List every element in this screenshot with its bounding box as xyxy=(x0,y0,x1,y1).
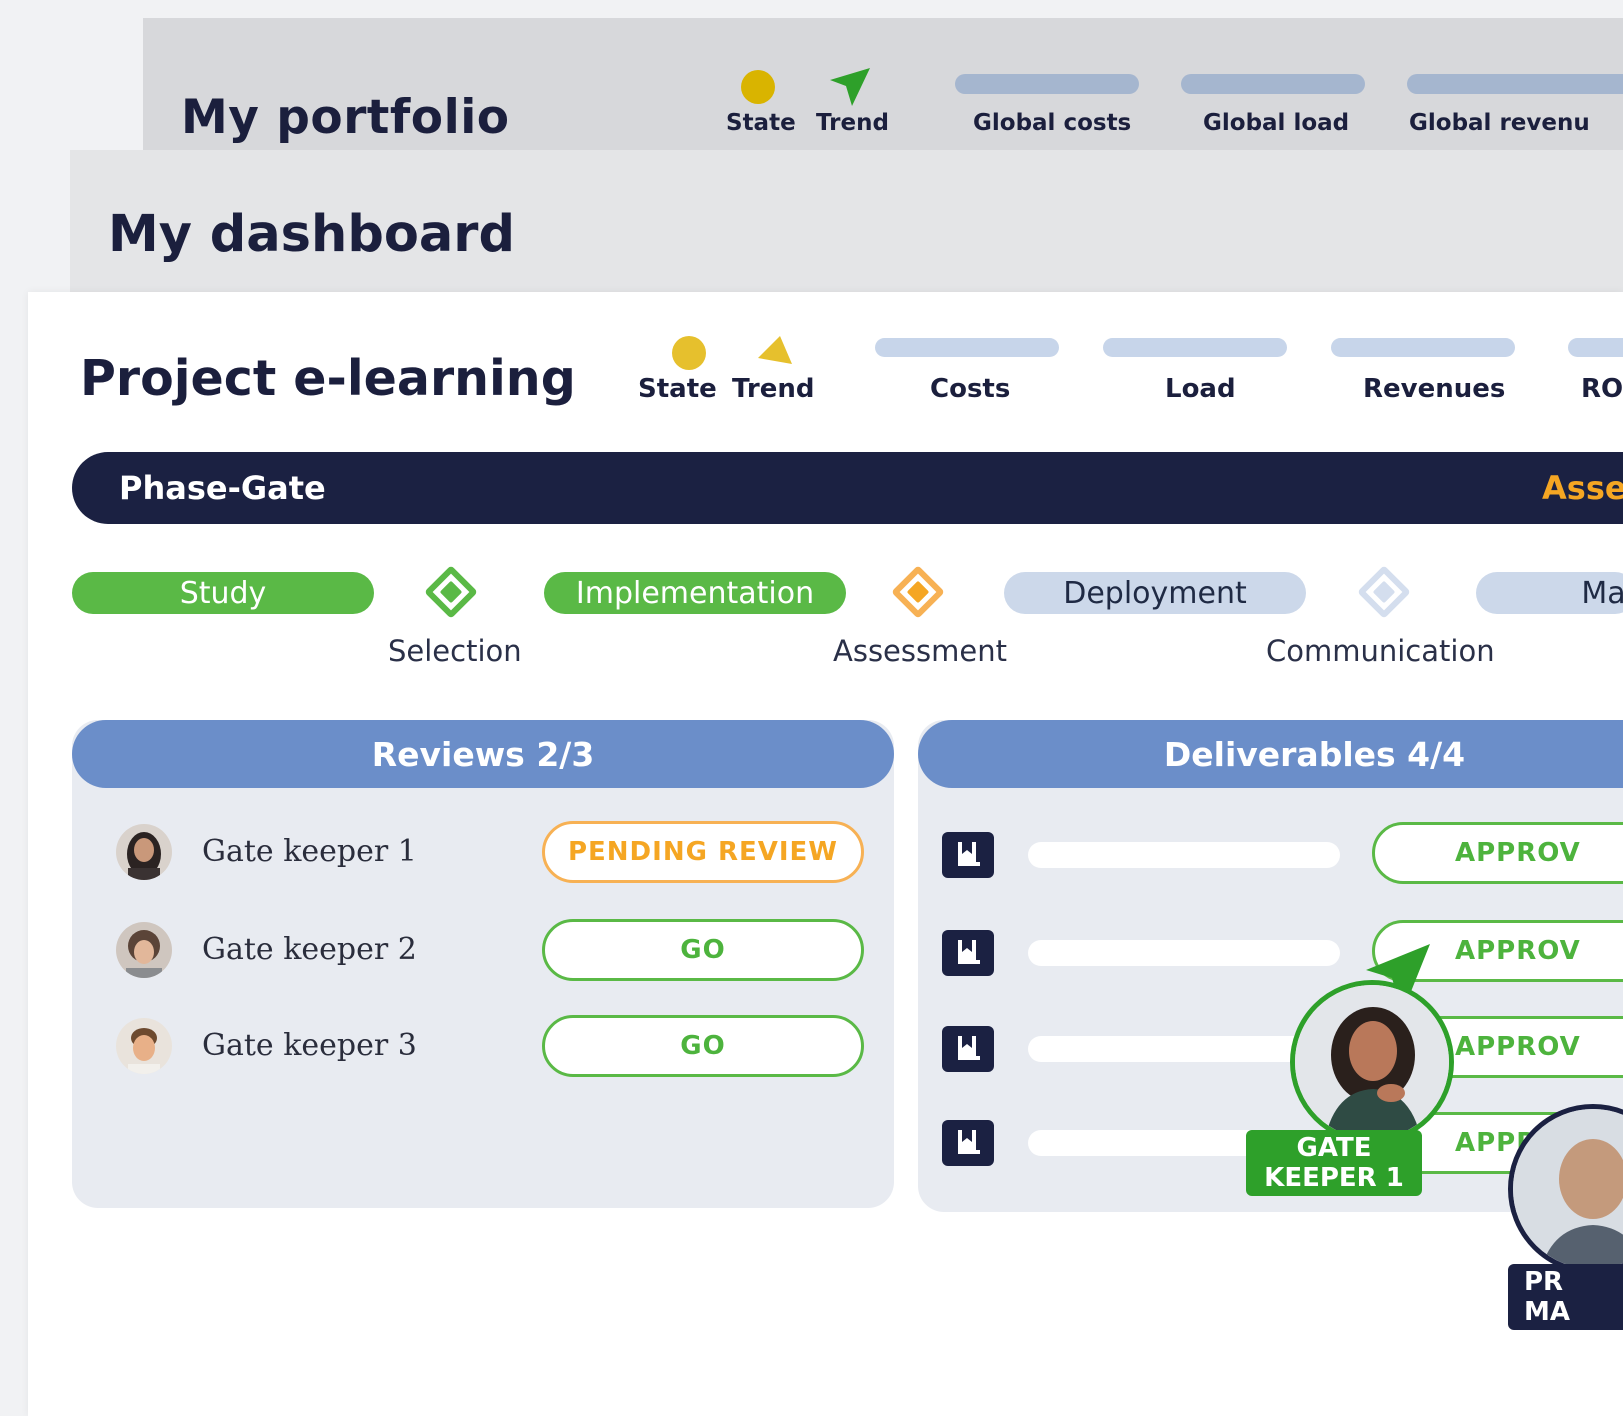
phase-maintenance[interactable]: Mai xyxy=(1476,572,1623,614)
portfolio-header: My portfolio State Trend Global costs Gl… xyxy=(143,18,1623,153)
global-load-bar xyxy=(1181,74,1365,94)
roi-bar xyxy=(1568,338,1623,357)
revenues-label: Revenues xyxy=(1363,374,1506,404)
document-icon xyxy=(942,1120,994,1166)
phase-implementation[interactable]: Implementation xyxy=(544,572,846,614)
document-icon xyxy=(942,832,994,878)
deliverable-name-bar xyxy=(1028,940,1340,966)
deliverable-status-label: APPROV xyxy=(1455,1032,1581,1062)
gate-selection-label: Selection xyxy=(388,634,522,668)
roi-label: RO xyxy=(1581,374,1623,404)
deliverables-header: Deliverables 4/4 xyxy=(918,720,1623,788)
phase-gate-bar: Phase-Gate Asses xyxy=(72,452,1623,524)
phase-study[interactable]: Study xyxy=(72,572,374,614)
global-costs-label: Global costs xyxy=(973,110,1132,136)
revenues-bar xyxy=(1331,338,1515,357)
load-label: Load xyxy=(1165,374,1236,404)
gatekeeper-name: Gate keeper 3 xyxy=(202,1028,417,1063)
project-title: Project e-learning xyxy=(80,350,576,407)
gatekeeper-badge-line2: KEEPER 1 xyxy=(1264,1163,1404,1193)
avatar xyxy=(116,1018,172,1074)
review-status-go-button[interactable]: GO xyxy=(542,1015,864,1077)
avatar xyxy=(116,922,172,978)
project-manager-badge-line1: PR xyxy=(1524,1267,1564,1297)
review-status-go-button[interactable]: GO xyxy=(542,919,864,981)
state-label: State xyxy=(726,110,796,136)
trend-up-icon xyxy=(758,336,792,364)
reviews-panel: Reviews 2/3 Gate keeper 1 PENDING REVIEW… xyxy=(72,720,894,1208)
global-revenue-bar xyxy=(1407,74,1623,94)
avatar xyxy=(116,824,172,880)
phase-gate-label: Phase-Gate xyxy=(119,469,326,507)
document-icon xyxy=(942,1026,994,1072)
review-status-pending-button[interactable]: PENDING REVIEW xyxy=(542,821,864,883)
document-icon xyxy=(942,930,994,976)
global-load-label: Global load xyxy=(1203,110,1350,136)
gate-selection-diamond-icon[interactable] xyxy=(424,565,478,619)
deliverable-status-approved-button[interactable]: APPROV xyxy=(1372,822,1623,884)
trend-label: Trend xyxy=(732,374,815,404)
current-gate-label: Asses xyxy=(1542,469,1623,507)
gate-communication-diamond-icon[interactable] xyxy=(1357,565,1411,619)
trend-label: Trend xyxy=(816,110,889,136)
state-indicator xyxy=(741,70,775,104)
project-card: Project e-learning State Trend Costs Loa… xyxy=(28,292,1623,1416)
deliverable-status-label: APPROV xyxy=(1455,838,1581,868)
gate-communication-label: Communication xyxy=(1266,634,1495,668)
reviews-header: Reviews 2/3 xyxy=(72,720,894,788)
costs-label: Costs xyxy=(930,374,1011,404)
gatekeeper-badge: GATE KEEPER 1 xyxy=(1246,1130,1422,1196)
deliverables-header-label: Deliverables 4/4 xyxy=(1163,734,1466,774)
load-bar xyxy=(1103,338,1287,357)
state-label: State xyxy=(638,374,717,404)
trend-arrow-icon xyxy=(830,68,870,106)
gate-assessment-label: Assessment xyxy=(833,634,1007,668)
gatekeeper-name: Gate keeper 2 xyxy=(202,932,417,967)
dashboard-header: My dashboard xyxy=(70,150,1623,295)
project-manager-badge: PR MA xyxy=(1508,1264,1623,1330)
dashboard-title: My dashboard xyxy=(108,205,515,264)
phase-maintenance-label: Mai xyxy=(1581,575,1623,611)
global-costs-bar xyxy=(955,74,1139,94)
deliverable-name-bar xyxy=(1028,842,1340,868)
gatekeeper-badge-line1: GATE xyxy=(1296,1133,1372,1163)
costs-bar xyxy=(875,338,1059,357)
gate-assessment-diamond-icon[interactable] xyxy=(891,565,945,619)
global-revenue-label: Global revenu xyxy=(1409,110,1590,136)
project-manager-badge-line2: MA xyxy=(1524,1297,1570,1327)
gatekeeper-avatar-large xyxy=(1290,980,1454,1144)
phase-deployment[interactable]: Deployment xyxy=(1004,572,1306,614)
gatekeeper-name: Gate keeper 1 xyxy=(202,834,417,869)
portfolio-title: My portfolio xyxy=(181,90,510,145)
state-indicator xyxy=(672,336,706,370)
deliverable-status-label: APPROV xyxy=(1455,936,1581,966)
